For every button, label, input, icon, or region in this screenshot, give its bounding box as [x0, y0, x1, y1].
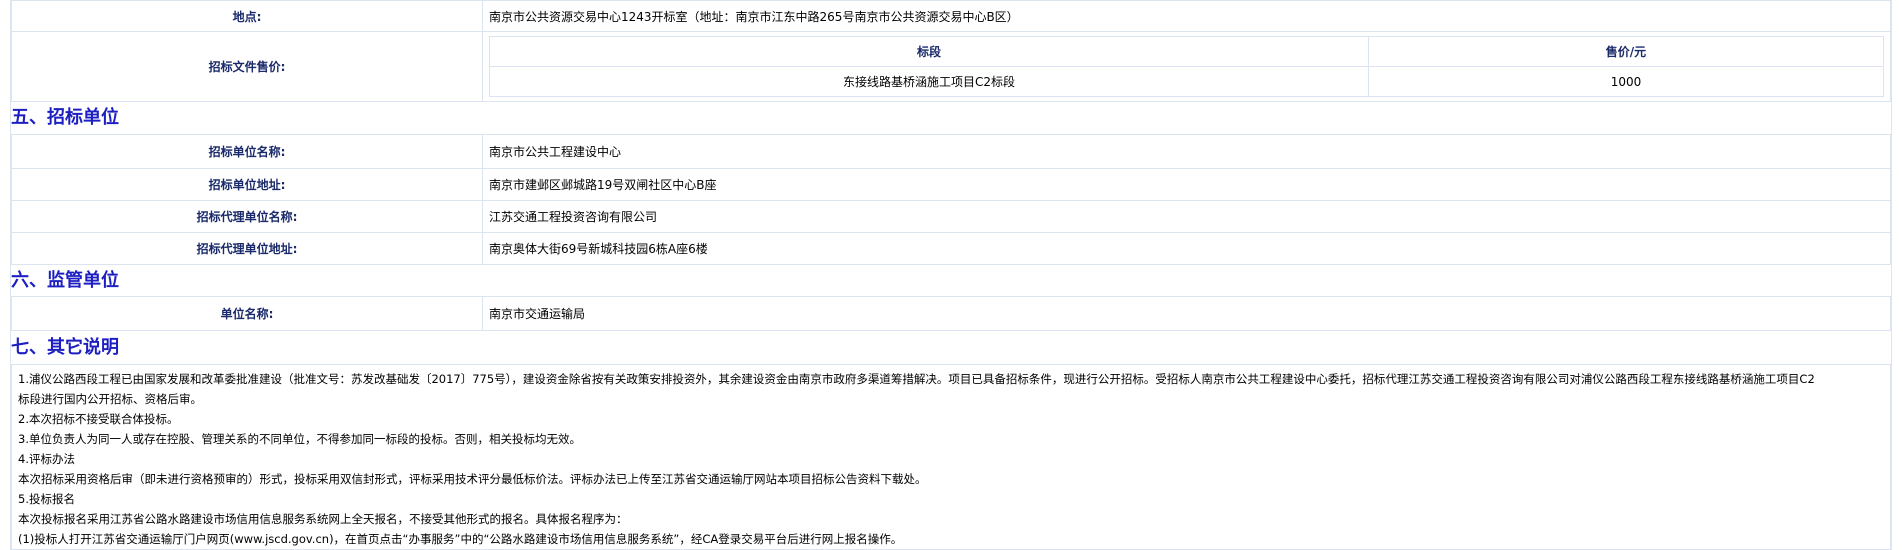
- section-6-title: 六、监管单位: [11, 270, 119, 291]
- price-label: 招标文件售价:: [11, 31, 483, 102]
- note-line: 1.浦仪公路西段工程已由国家发展和改革委批准建设（批准文号：苏发改基础发〔201…: [18, 372, 1815, 386]
- other-notes: 1.浦仪公路西段工程已由国家发展和改革委批准建设（批准文号：苏发改基础发〔201…: [11, 364, 1891, 550]
- note-line: 本次投标报名采用江苏省公路水路建设市场信用信息服务系统网上全天报名，不接受其他形…: [18, 512, 628, 526]
- tenderer-name-label: 招标单位名称:: [11, 134, 483, 169]
- price-row: 招标文件售价: 标段 售价/元 东接线路基桥涵施工项目C2标段 1000: [11, 31, 1891, 102]
- supervisor-name-value: 南京市交通运输局: [482, 296, 1891, 331]
- tender-notice: 地点: 南京市公共资源交易中心1243开标室（地址：南京市江东中路265号南京市…: [10, 0, 1892, 550]
- table-row: 招标代理单位名称: 江苏交通工程投资咨询有限公司: [11, 200, 1891, 233]
- price-data-row: 东接线路基桥涵施工项目C2标段 1000: [489, 66, 1884, 97]
- note-line: 3.单位负责人为同一人或存在控股、管理关系的不同单位，不得参加同一标段的投标。否…: [18, 432, 581, 446]
- note-line: 标段进行国内公开招标、资格后审。: [18, 392, 202, 406]
- agent-address-label: 招标代理单位地址:: [11, 232, 483, 265]
- note-line: 本次招标采用资格后审（即未进行资格预审的）形式，投标采用双信封形式，评标采用技术…: [18, 472, 927, 486]
- location-row: 地点: 南京市公共资源交易中心1243开标室（地址：南京市江东中路265号南京市…: [11, 0, 1891, 32]
- note-line: 4.评标办法: [18, 452, 75, 466]
- section-6-table: 单位名称: 南京市交通运输局: [11, 296, 1891, 331]
- price-header-amount: 售价/元: [1368, 36, 1884, 67]
- price-header-section: 标段: [489, 36, 1369, 67]
- location-label: 地点:: [11, 0, 483, 32]
- section-5-table: 招标单位名称: 南京市公共工程建设中心 招标单位地址: 南京市建邺区邺城路19号…: [11, 134, 1891, 265]
- section-7-title: 七、其它说明: [11, 337, 119, 358]
- table-row: 招标代理单位地址: 南京奥体大街69号新城科技园6栋A座6楼: [11, 232, 1891, 265]
- location-table: 地点: 南京市公共资源交易中心1243开标室（地址：南京市江东中路265号南京市…: [11, 0, 1891, 102]
- supervisor-name-label: 单位名称:: [11, 296, 483, 331]
- location-value: 南京市公共资源交易中心1243开标室（地址：南京市江东中路265号南京市公共资源…: [482, 0, 1891, 32]
- note-line: 5.投标报名: [18, 492, 75, 506]
- agent-name-value: 江苏交通工程投资咨询有限公司: [482, 200, 1891, 233]
- tenderer-address-value: 南京市建邺区邺城路19号双闸社区中心B座: [482, 168, 1891, 201]
- tenderer-name-value: 南京市公共工程建设中心: [482, 134, 1891, 169]
- price-header-row: 标段 售价/元: [489, 36, 1884, 67]
- price-amount: 1000: [1368, 66, 1884, 97]
- table-row: 招标单位名称: 南京市公共工程建设中心: [11, 134, 1891, 169]
- agent-address-value: 南京奥体大街69号新城科技园6栋A座6楼: [482, 232, 1891, 265]
- note-line: (1)投标人打开江苏省交通运输厅门户网页(www.jscd.gov.cn)，在首…: [18, 532, 903, 546]
- price-cell: 标段 售价/元 东接线路基桥涵施工项目C2标段 1000: [482, 31, 1891, 102]
- note-line: 2.本次招标不接受联合体投标。: [18, 412, 179, 426]
- price-section-name: 东接线路基桥涵施工项目C2标段: [489, 66, 1369, 97]
- tenderer-address-label: 招标单位地址:: [11, 168, 483, 201]
- table-row: 单位名称: 南京市交通运输局: [11, 296, 1891, 331]
- price-table: 标段 售价/元 东接线路基桥涵施工项目C2标段 1000: [489, 36, 1884, 97]
- table-row: 招标单位地址: 南京市建邺区邺城路19号双闸社区中心B座: [11, 168, 1891, 201]
- agent-name-label: 招标代理单位名称:: [11, 200, 483, 233]
- section-5-title: 五、招标单位: [11, 107, 119, 128]
